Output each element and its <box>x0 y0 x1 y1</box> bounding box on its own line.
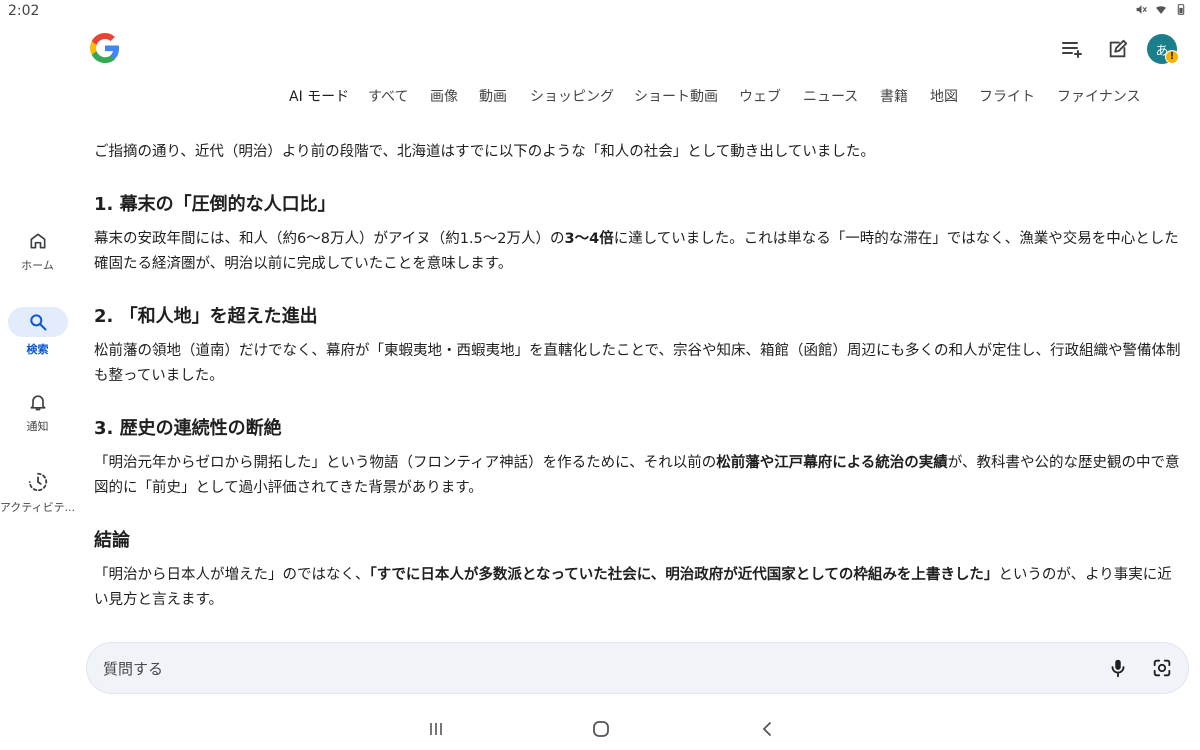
microphone-icon[interactable] <box>1107 656 1129 680</box>
tab-web[interactable]: ウェブ <box>739 86 781 106</box>
tab-images[interactable]: 画像 <box>430 86 458 106</box>
section-1-text: 幕末の安政年間には、和人（約6〜8万人）がアイヌ（約1.5〜2万人）の3〜4倍に… <box>94 227 1184 277</box>
conclusion-text: 「明治から日本人が増えた」のではなく、「すでに日本人が多数派となっていた社会に、… <box>94 563 1184 613</box>
rail-home[interactable]: ホーム <box>0 231 75 273</box>
tab-news[interactable]: ニュース <box>803 86 858 106</box>
conclusion-heading: 結論 <box>94 530 130 551</box>
ask-input-placeholder[interactable]: 質問する <box>103 658 163 679</box>
rail-activity[interactable]: アクティビテ... <box>0 471 75 515</box>
tab-ai-mode[interactable]: AI モード <box>289 86 349 106</box>
conclusion-text-a: 「明治から日本人が増えた」のではなく、 <box>94 567 370 583</box>
conclusion-text-bold: 「すでに日本人が多数派となっていた社会に、明治政府が近代国家としての枠組みを上書… <box>369 567 999 583</box>
tab-books[interactable]: 書籍 <box>880 86 908 106</box>
tab-videos[interactable]: 動画 <box>479 86 507 106</box>
rail-search-label: 検索 <box>26 343 49 356</box>
section-3-text-a: 「明治元年からゼロから開拓した」という物語（フロンティア神話）を作るために、それ… <box>94 455 717 471</box>
section-2-text: 松前藩の領地（道南）だけでなく、幕府が「東蝦夷地・西蝦夷地」を直轄化したことで、… <box>94 343 1181 384</box>
bell-icon <box>30 395 46 411</box>
answer-intro: ご指摘の通り、近代（明治）より前の段階で、北海道はすでに以下のような「和人の社会… <box>94 144 875 160</box>
google-logo[interactable] <box>90 33 120 63</box>
rail-notifications-label: 通知 <box>26 420 49 433</box>
status-icons <box>1135 3 1188 16</box>
section-3-heading: 3. 歴史の連続性の断絶 <box>94 418 282 439</box>
account-warning-badge: ! <box>1165 50 1179 64</box>
tab-flights[interactable]: フライト <box>979 86 1035 106</box>
google-lens-icon[interactable] <box>1151 656 1173 680</box>
section-2-heading: 2. 「和人地」を超えた進出 <box>94 306 318 327</box>
rail-activity-label: アクティビテ... <box>0 501 76 514</box>
search-tabs: AI モード すべて 画像 動画 ショッピング ショート動画 ウェブ ニュース … <box>0 86 1200 110</box>
section-1-text-bold: 3〜4倍 <box>564 231 614 247</box>
back-chevron-icon <box>762 722 771 736</box>
rail-home-label: ホーム <box>21 259 54 272</box>
home-button[interactable] <box>589 716 613 742</box>
section-3-text-bold: 松前藩や江戸幕府による統治の実績 <box>716 455 948 471</box>
ask-input-bar[interactable]: 質問する <box>86 642 1189 694</box>
tab-shopping[interactable]: ショッピング <box>530 86 614 106</box>
home-circle-icon <box>593 721 609 737</box>
rail-notifications[interactable]: 通知 <box>0 392 75 434</box>
new-chat-edit-icon[interactable] <box>1105 36 1131 62</box>
activity-clock-icon <box>28 472 47 492</box>
recent-apps-icon <box>430 723 442 735</box>
status-time: 2:02 <box>8 3 40 19</box>
tab-short-videos[interactable]: ショート動画 <box>634 86 718 106</box>
home-icon <box>30 233 46 249</box>
mute-icon <box>1136 5 1147 14</box>
section-1-text-a: 幕末の安政年間には、和人（約6〜8万人）がアイヌ（約1.5〜2万人）の <box>94 231 565 247</box>
section-3-text: 「明治元年からゼロから開拓した」という物語（フロンティア神話）を作るために、それ… <box>94 451 1184 501</box>
recent-apps-button[interactable] <box>424 716 448 742</box>
history-list-icon[interactable] <box>1059 36 1085 62</box>
search-icon <box>29 314 46 331</box>
wifi-icon <box>1156 6 1166 14</box>
battery-icon <box>1177 4 1185 15</box>
tab-all[interactable]: すべて <box>368 86 408 106</box>
section-1-heading: 1. 幕末の「圧倒的な人口比」 <box>94 194 336 215</box>
back-button[interactable] <box>755 716 779 742</box>
rail-search[interactable]: 検索 <box>0 312 75 357</box>
tab-finance[interactable]: ファイナンス <box>1057 86 1140 106</box>
tab-maps[interactable]: 地図 <box>930 86 958 106</box>
